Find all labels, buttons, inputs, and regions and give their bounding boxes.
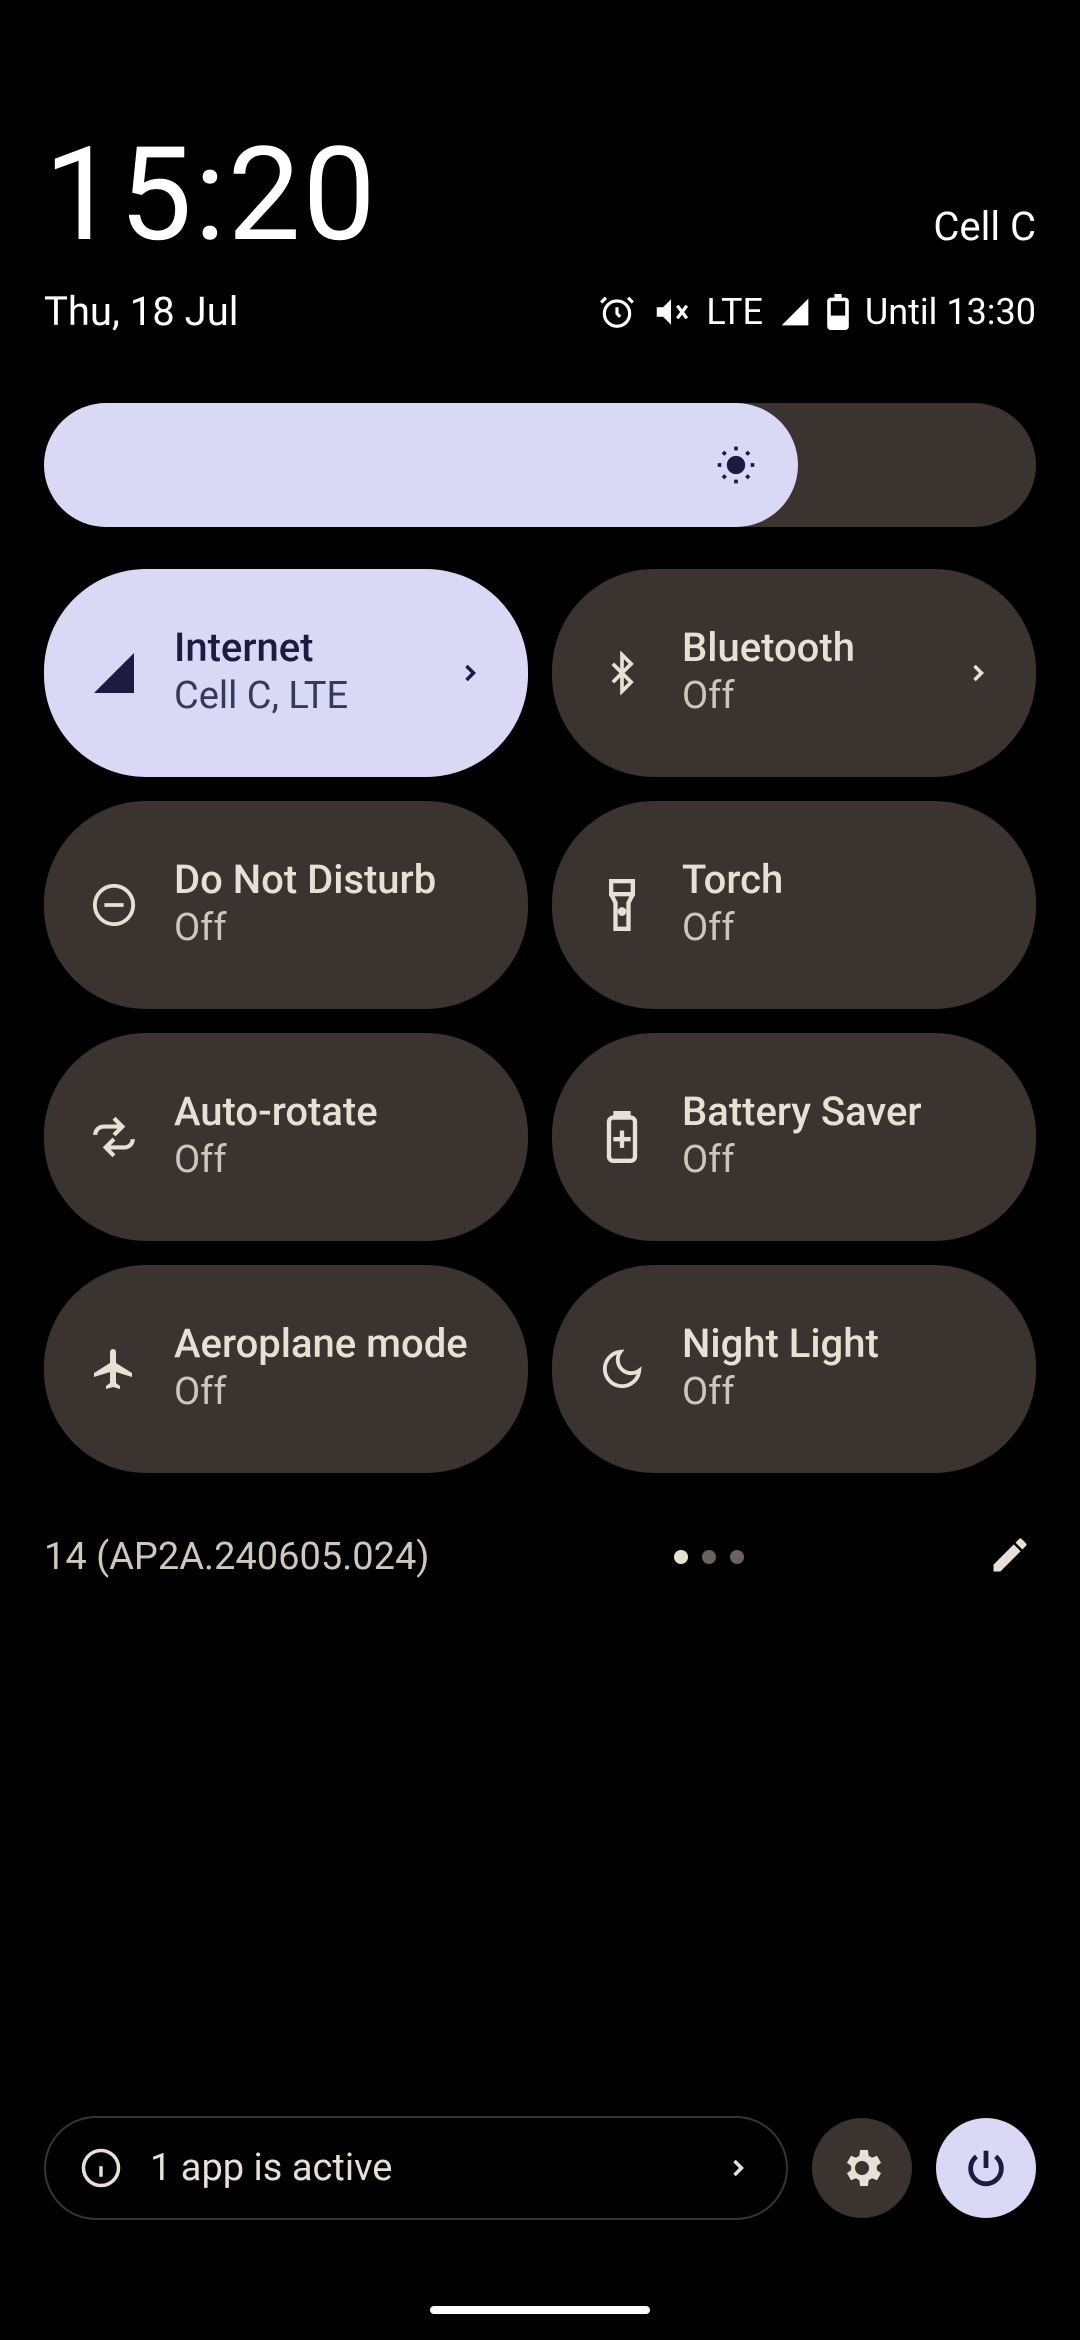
tile-torch[interactable]: Torch Off <box>552 801 1036 1009</box>
tile-internet[interactable]: Internet Cell C, LTE <box>44 569 528 777</box>
footer-row: 14 (AP2A.240605.024) <box>44 1533 1036 1581</box>
tile-subtitle: Off <box>682 672 964 721</box>
torch-icon <box>596 879 648 931</box>
bottom-bar: 1 app is active <box>44 2116 1036 2220</box>
bluetooth-icon <box>596 647 648 699</box>
tile-bluetooth[interactable]: Bluetooth Off <box>552 569 1036 777</box>
alarm-icon <box>598 293 636 331</box>
page-indicator[interactable] <box>430 1550 988 1564</box>
status-icons: LTE Until 13:30 <box>598 291 1036 333</box>
quick-settings-tiles: Internet Cell C, LTE Bluetooth Off <box>44 569 1036 1473</box>
chevron-right-icon[interactable] <box>964 659 992 687</box>
tile-title: Auto-rotate <box>174 1088 484 1136</box>
settings-button[interactable] <box>812 2118 912 2218</box>
autorotate-icon <box>88 1111 140 1163</box>
info-icon <box>80 2147 122 2189</box>
tile-airplane[interactable]: Aeroplane mode Off <box>44 1265 528 1473</box>
build-label: 14 (AP2A.240605.024) <box>44 1535 430 1579</box>
tile-title: Aeroplane mode <box>174 1320 484 1368</box>
chevron-right-icon[interactable] <box>456 659 484 687</box>
mute-icon <box>652 293 690 331</box>
network-type-label: LTE <box>706 291 763 333</box>
tile-subtitle: Off <box>682 904 992 953</box>
edit-tiles-button[interactable] <box>988 1533 1036 1581</box>
nav-handle[interactable] <box>430 2306 650 2314</box>
page-dot <box>674 1550 688 1564</box>
brightness-icon <box>714 443 758 487</box>
dnd-icon <box>88 879 140 931</box>
chevron-right-icon <box>724 2154 752 2182</box>
active-apps-label: 1 app is active <box>150 2146 696 2190</box>
clock-time[interactable]: 15:20 <box>44 130 378 260</box>
tile-battery-saver[interactable]: Battery Saver Off <box>552 1033 1036 1241</box>
page-dot <box>702 1550 716 1564</box>
signal-icon <box>88 647 140 699</box>
tile-night-light[interactable]: Night Light Off <box>552 1265 1036 1473</box>
battery-icon <box>827 294 849 330</box>
airplane-icon <box>88 1343 140 1395</box>
signal-icon <box>779 296 811 328</box>
gear-icon <box>838 2144 886 2192</box>
battery-until-label: Until 13:30 <box>865 291 1036 333</box>
tile-title: Do Not Disturb <box>174 856 484 904</box>
tile-subtitle: Off <box>174 1368 484 1417</box>
power-button[interactable] <box>936 2118 1036 2218</box>
page-dot <box>730 1550 744 1564</box>
tile-subtitle: Off <box>682 1368 992 1417</box>
brightness-slider[interactable] <box>44 403 1036 527</box>
carrier-label: Cell C <box>933 203 1036 260</box>
brightness-fill <box>44 403 798 527</box>
battery-plus-icon <box>596 1111 648 1163</box>
tile-subtitle: Off <box>174 904 484 953</box>
power-icon <box>963 2145 1009 2191</box>
active-apps-button[interactable]: 1 app is active <box>44 2116 788 2220</box>
header: 15:20 Cell C Thu, 18 Jul LTE Until 13:3 <box>44 0 1036 335</box>
tile-title: Night Light <box>682 1320 992 1368</box>
tile-title: Battery Saver <box>682 1088 992 1136</box>
tile-title: Internet <box>174 624 456 672</box>
tile-subtitle: Off <box>682 1136 992 1185</box>
tile-title: Bluetooth <box>682 624 964 672</box>
tile-autorotate[interactable]: Auto-rotate Off <box>44 1033 528 1241</box>
tile-subtitle: Cell C, LTE <box>174 672 456 721</box>
tile-subtitle: Off <box>174 1136 484 1185</box>
clock-date[interactable]: Thu, 18 Jul <box>44 288 238 335</box>
tile-dnd[interactable]: Do Not Disturb Off <box>44 801 528 1009</box>
tile-title: Torch <box>682 856 992 904</box>
moon-icon <box>596 1343 648 1395</box>
